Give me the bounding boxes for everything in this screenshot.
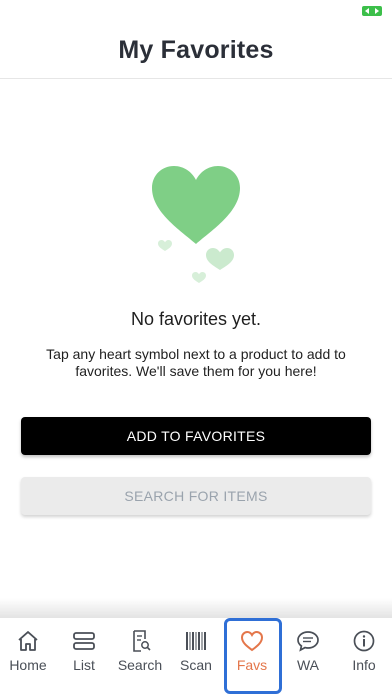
list-icon: [71, 629, 97, 653]
active-tab-highlight: [224, 618, 282, 694]
home-icon: [15, 629, 41, 653]
empty-state-description: Tap any heart symbol next to a product t…: [46, 346, 346, 379]
header: My Favorites: [0, 22, 392, 79]
empty-state-title: No favorites yet.: [130, 309, 262, 329]
page-title: My Favorites: [118, 35, 274, 64]
small-heart-icon: [192, 272, 206, 283]
tab-list[interactable]: List: [56, 618, 112, 696]
tab-favs[interactable]: Favs: [224, 618, 282, 696]
tab-info[interactable]: Info: [336, 618, 392, 696]
heart-icon: [152, 166, 240, 244]
hearts-illustration: [0, 150, 392, 290]
bottom-tab-bar: Home List Search Scan Favs WA Info: [0, 618, 392, 696]
add-to-favorites-button[interactable]: ADD TO FAVORITES: [21, 417, 371, 455]
tab-label: List: [73, 657, 95, 673]
battery-icon: [362, 6, 382, 16]
barcode-icon: [183, 629, 209, 653]
tab-wa[interactable]: WA: [280, 618, 336, 696]
chat-icon: [295, 629, 321, 653]
status-bar: [0, 0, 392, 22]
tab-label: Search: [117, 657, 163, 673]
small-heart-icon: [206, 248, 234, 270]
tab-search[interactable]: Search: [112, 618, 168, 696]
tab-home[interactable]: Home: [0, 618, 56, 696]
small-heart-icon: [158, 240, 172, 251]
tab-label: Scan: [180, 657, 212, 673]
tab-scan[interactable]: Scan: [168, 618, 224, 696]
tab-label: WA: [296, 657, 320, 673]
tab-label: Home: [9, 657, 47, 673]
search-for-items-button[interactable]: SEARCH FOR ITEMS: [21, 477, 371, 515]
info-icon: [351, 629, 377, 653]
tab-label: Info: [352, 657, 376, 673]
search-doc-icon: [127, 629, 153, 653]
tabbar-shadow: [0, 598, 392, 620]
